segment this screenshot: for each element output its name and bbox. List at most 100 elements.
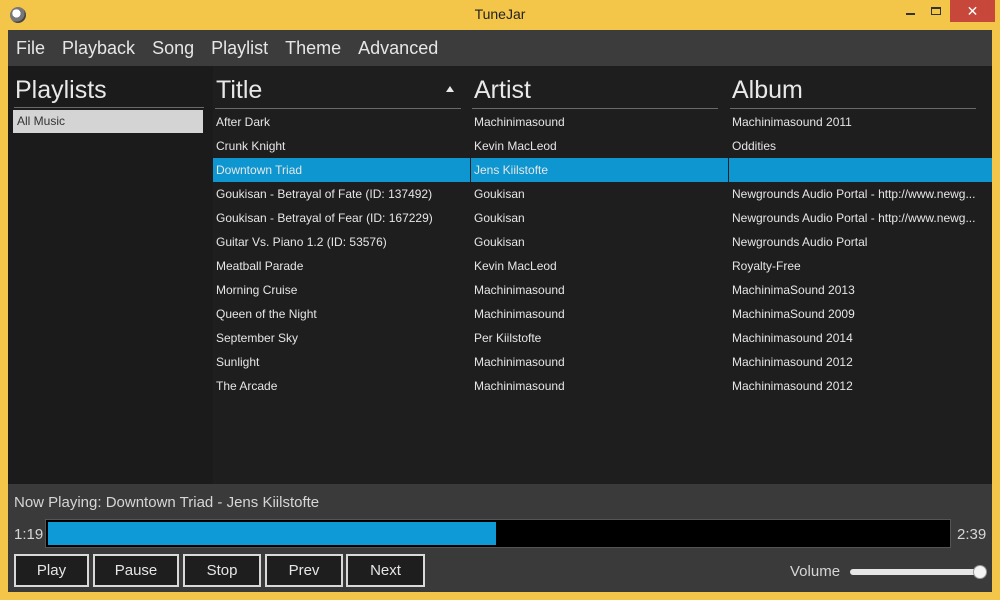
cell-album: MachinimaSound 2013 [732, 283, 855, 297]
cell-album: Machinimasound 2014 [732, 331, 853, 345]
sort-ascending-icon [446, 86, 454, 92]
cell-title: The Arcade [216, 379, 278, 393]
cell-album: Newgrounds Audio Portal [732, 235, 868, 249]
close-button[interactable]: ✕ [950, 0, 995, 22]
cell-album: Royalty-Free [732, 259, 801, 273]
window-title: TuneJar [474, 6, 526, 22]
column-separator [470, 110, 471, 134]
pause-button[interactable]: Pause [93, 554, 179, 587]
column-separator [470, 230, 471, 254]
maximize-button[interactable] [923, 0, 949, 22]
column-separator [470, 254, 471, 278]
player-panel: Now Playing: Downtown Triad - Jens Kiils… [8, 484, 992, 592]
volume-label: Volume [790, 563, 841, 580]
cell-album: Oddities [732, 139, 777, 153]
cell-artist: Jens Kiilstofte [474, 163, 549, 177]
stop-button[interactable]: Stop [183, 554, 261, 587]
playlists-panel: Playlists All Music [8, 66, 213, 511]
column-separator [470, 182, 471, 206]
cell-title: Sunlight [216, 355, 260, 369]
song-table: Title Artist Album After Dark Machinimaso… [213, 66, 992, 484]
column-separator [728, 278, 729, 302]
playlist-item-all-music[interactable]: All Music [13, 110, 203, 133]
divider [730, 108, 976, 109]
table-row[interactable]: September Sky Per Kiilstofte Machinimasoun… [213, 326, 992, 350]
column-separator [728, 254, 729, 278]
seek-bar-fill [48, 522, 496, 545]
cell-artist: Kevin MacLeod [474, 259, 557, 273]
close-icon: ✕ [966, 2, 979, 19]
maximize-icon [931, 7, 941, 15]
playlists-heading: Playlists [15, 76, 107, 104]
column-header-album[interactable]: Album [732, 76, 803, 105]
cell-title: Downtown Triad [216, 163, 303, 177]
prev-button[interactable]: Prev [265, 554, 343, 587]
menu-song[interactable]: Song [152, 38, 194, 59]
cell-artist: Kevin MacLeod [474, 139, 557, 153]
table-row[interactable]: Goukisan - Betrayal of Fate (ID: 137492)… [213, 182, 992, 206]
cell-artist: Machinimasound [474, 307, 565, 321]
cell-artist: Goukisan [474, 211, 525, 225]
menu-playlist[interactable]: Playlist [211, 38, 268, 59]
table-row[interactable]: Morning Cruise Machinimasound MachinimaSou… [213, 278, 992, 302]
next-button[interactable]: Next [346, 554, 425, 587]
table-row[interactable]: The Arcade Machinimasound Machinimasound 2… [213, 374, 992, 398]
minimize-icon [905, 13, 915, 15]
table-row[interactable]: Downtown Triad Jens Kiilstofte [213, 158, 992, 182]
column-separator [728, 374, 729, 398]
cell-album: Newgrounds Audio Portal - http://www.new… [732, 187, 976, 201]
table-row[interactable]: Queen of the Night Machinimasound Machinim… [213, 302, 992, 326]
cell-album: Newgrounds Audio Portal - http://www.new… [732, 211, 976, 225]
cell-title: Meatball Parade [216, 259, 304, 273]
cell-artist: Goukisan [474, 235, 525, 249]
table-row[interactable]: After Dark Machinimasound Machinimasound 2… [213, 110, 992, 134]
play-button[interactable]: Play [14, 554, 89, 587]
app-window: TuneJar ✕ File Playback Song Playlist Th… [0, 0, 1000, 600]
column-header-artist[interactable]: Artist [474, 76, 531, 105]
client-area: File Playback Song Playlist Theme Advanc… [8, 30, 992, 592]
seek-bar[interactable] [45, 519, 951, 548]
menu-theme[interactable]: Theme [285, 38, 341, 59]
volume-slider[interactable] [850, 565, 987, 579]
cell-artist: Per Kiilstofte [474, 331, 542, 345]
cell-artist: Machinimasound [474, 379, 565, 393]
cell-title: Crunk Knight [216, 139, 286, 153]
column-separator [728, 350, 729, 374]
divider [472, 108, 718, 109]
divider [14, 107, 204, 108]
column-separator [728, 326, 729, 350]
menu-playback[interactable]: Playback [62, 38, 135, 59]
cell-album: Machinimasound 2012 [732, 355, 853, 369]
cell-title: Morning Cruise [216, 283, 298, 297]
table-row[interactable]: Goukisan - Betrayal of Fear (ID: 167229)… [213, 206, 992, 230]
cell-artist: Machinimasound [474, 283, 565, 297]
table-row[interactable]: Guitar Vs. Piano 1.2 (ID: 53576) Goukisan… [213, 230, 992, 254]
total-time: 2:39 [957, 526, 987, 543]
column-separator [470, 350, 471, 374]
minimize-button[interactable] [897, 0, 923, 22]
column-separator [470, 134, 471, 158]
menu-advanced[interactable]: Advanced [358, 38, 438, 59]
cell-album: Machinimasound 2011 [732, 115, 852, 129]
column-separator [728, 110, 729, 134]
menu-file[interactable]: File [16, 38, 45, 59]
divider [215, 108, 461, 109]
column-separator [728, 158, 729, 182]
table-row[interactable]: Sunlight Machinimasound Machinimasound 201… [213, 350, 992, 374]
column-separator [728, 206, 729, 230]
column-separator [728, 134, 729, 158]
cell-title: Queen of the Night [216, 307, 317, 321]
volume-slider-thumb[interactable] [973, 565, 987, 579]
column-separator [470, 326, 471, 350]
column-header-title[interactable]: Title [216, 76, 262, 105]
column-separator [470, 278, 471, 302]
table-row[interactable]: Meatball Parade Kevin MacLeod Royalty-Free [213, 254, 992, 278]
cell-artist: Machinimasound [474, 355, 565, 369]
table-row[interactable]: Crunk Knight Kevin MacLeod Oddities [213, 134, 992, 158]
column-separator [728, 302, 729, 326]
column-separator [470, 302, 471, 326]
column-separator [728, 182, 729, 206]
column-separator [470, 374, 471, 398]
cell-title: Guitar Vs. Piano 1.2 (ID: 53576) [216, 235, 387, 249]
title-bar[interactable]: TuneJar ✕ [0, 0, 1000, 30]
